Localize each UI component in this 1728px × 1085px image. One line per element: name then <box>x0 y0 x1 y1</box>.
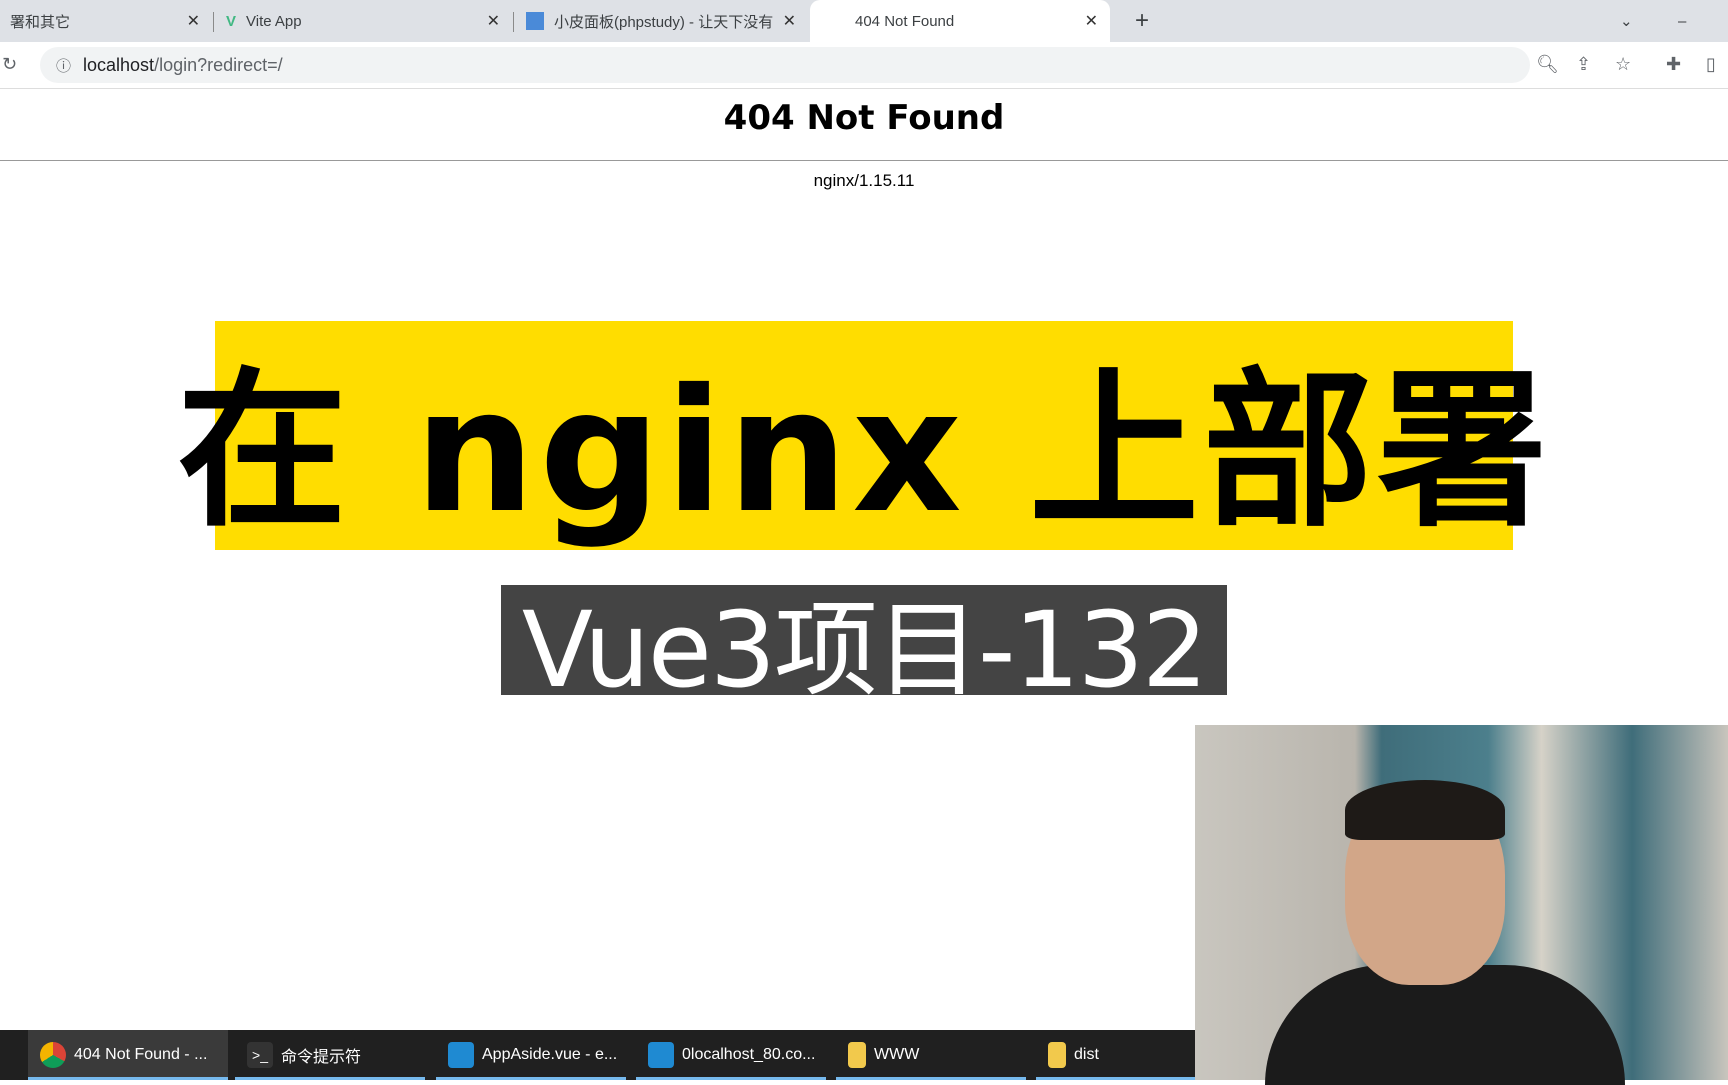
new-tab-button[interactable]: + <box>1125 0 1159 42</box>
vscode-icon <box>448 1042 474 1068</box>
tab-1[interactable]: 署和其它 ✕ <box>0 0 212 42</box>
server-version: nginx/1.15.11 <box>813 171 915 190</box>
close-tab-icon[interactable]: ✕ <box>783 11 796 31</box>
reload-icon[interactable]: ↻ <box>2 54 17 75</box>
close-tab-icon[interactable]: ✕ <box>187 11 200 31</box>
tab-404[interactable]: 404 Not Found ✕ <box>810 0 1110 42</box>
tab-bar: 署和其它 ✕ V Vite App ✕ 小皮面板(phpstudy) - 让天下没有 ✕… <box>0 0 1728 42</box>
info-icon[interactable]: ⓘ <box>56 55 71 76</box>
taskbar-label: dist <box>1074 1046 1099 1063</box>
close-tab-icon[interactable]: ✕ <box>487 11 500 31</box>
share-icon[interactable]: ⇪ <box>1576 54 1591 75</box>
taskbar: 404 Not Found - ... >_ 命令提示符 AppAside.vue… <box>0 1030 1195 1080</box>
tab-separator <box>513 12 514 32</box>
tab-title: 404 Not Found <box>855 12 955 30</box>
tab-title: Vite App <box>246 12 302 30</box>
folder-icon <box>848 1042 866 1068</box>
tab-vite-app[interactable]: V Vite App ✕ <box>216 0 512 42</box>
taskbar-item-dist[interactable]: dist <box>1036 1030 1195 1080</box>
taskbar-label: AppAside.vue - e... <box>482 1046 618 1063</box>
close-tab-icon[interactable]: ✕ <box>1085 11 1098 31</box>
tab-search-chevron-icon[interactable]: ⌄ <box>1610 0 1643 42</box>
url-path: /login?redirect=/ <box>154 54 283 75</box>
video-subtitle-banner: Vue3项目-132 <box>501 585 1227 711</box>
chrome-icon <box>40 1042 66 1068</box>
tab-title: 署和其它 <box>10 13 71 31</box>
taskbar-item-vscode-2[interactable]: 0localhost_80.co... <box>636 1030 826 1080</box>
taskbar-item-cmd[interactable]: >_ 命令提示符 <box>235 1030 425 1080</box>
vue-icon: V <box>226 12 237 30</box>
terminal-icon: >_ <box>247 1042 273 1068</box>
address-bar[interactable]: ⓘ localhost/login?redirect=/ <box>40 47 1530 83</box>
zoom-icon[interactable]: 🔍︎ <box>1536 54 1559 75</box>
webcam-overlay <box>1195 725 1728 1085</box>
url-host: localhost <box>83 54 155 75</box>
vscode-icon <box>648 1042 674 1068</box>
taskbar-label: WWW <box>874 1046 920 1063</box>
bookmark-star-icon[interactable]: ☆ <box>1615 54 1631 75</box>
taskbar-label: 0localhost_80.co... <box>682 1046 816 1063</box>
folder-icon <box>1048 1042 1066 1068</box>
taskbar-label: 404 Not Found - ... <box>74 1046 208 1063</box>
taskbar-item-www[interactable]: WWW <box>836 1030 1026 1080</box>
tab-phpstudy[interactable]: 小皮面板(phpstudy) - 让天下没有 ✕ <box>516 0 808 42</box>
presenter-hair <box>1345 780 1505 840</box>
page-title: 404 Not Found <box>723 98 1005 138</box>
browser-toolbar: ↻ ⓘ localhost/login?redirect=/ 🔍︎ ⇪ ☆ ✚ … <box>0 42 1728 89</box>
taskbar-label: 命令提示符 <box>281 1049 362 1066</box>
tab-title: 小皮面板(phpstudy) - 让天下没有 <box>554 13 774 31</box>
extensions-icon[interactable]: ✚ <box>1666 54 1681 75</box>
phpstudy-icon <box>526 12 544 30</box>
video-title-banner: 在 nginx 上部署 <box>177 321 1547 551</box>
tab-separator <box>213 12 214 32</box>
minimize-button[interactable]: – <box>1668 0 1696 42</box>
divider <box>0 160 1728 161</box>
side-panel-icon[interactable]: ▯ <box>1706 54 1716 75</box>
taskbar-item-vscode-1[interactable]: AppAside.vue - e... <box>436 1030 626 1080</box>
taskbar-item-chrome[interactable]: 404 Not Found - ... <box>28 1030 228 1080</box>
